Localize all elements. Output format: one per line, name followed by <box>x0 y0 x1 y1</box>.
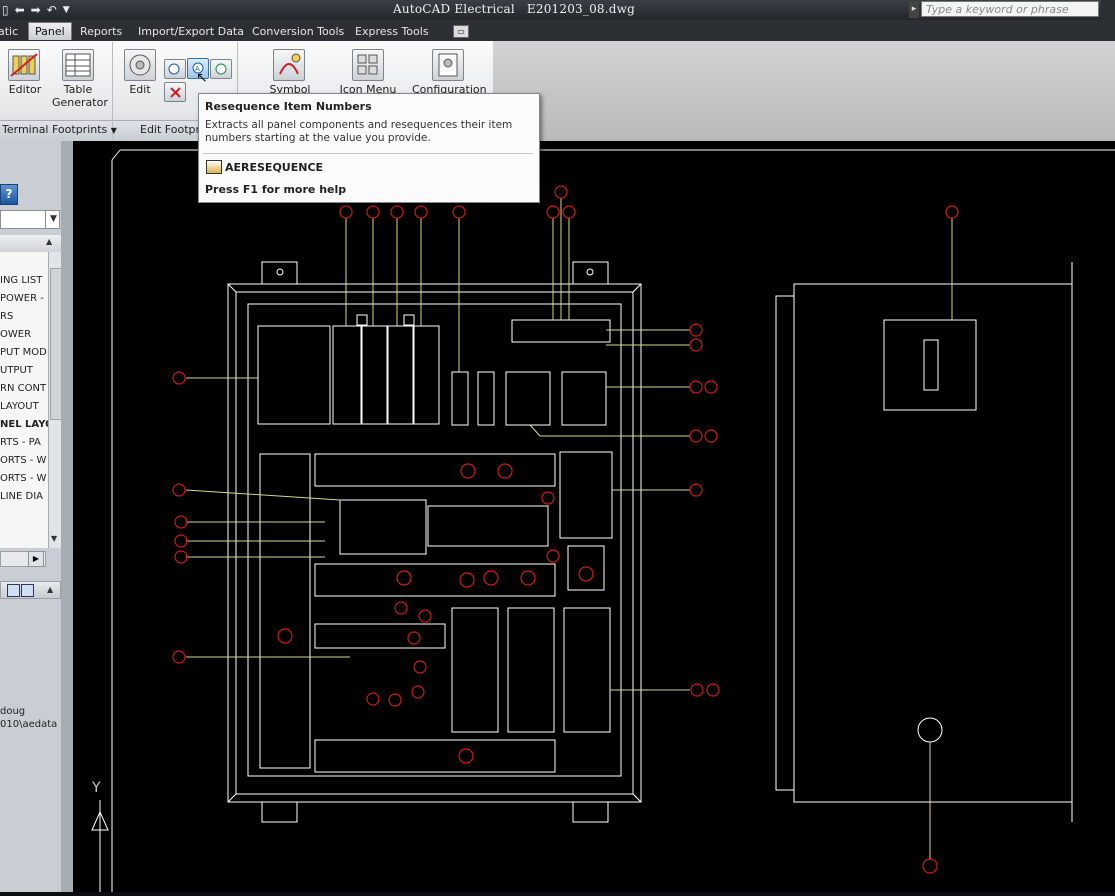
tooltip-description: Extracts all panel components and resequ… <box>205 119 513 144</box>
configuration-icon[interactable] <box>432 49 464 81</box>
table-generator-button[interactable]: Table Generator <box>52 83 108 109</box>
open-icon[interactable]: ▯ <box>2 3 9 17</box>
list-header: ▲ <box>0 235 61 253</box>
title-bar: ▯ ⬅ ➡ ↶ ▼ AutoCAD Electrical E201203_08.… <box>0 0 1115 20</box>
balloon-leaders <box>185 198 953 860</box>
tooltip-help: Press F1 for more help <box>205 183 347 196</box>
collapse-up-icon[interactable]: ▲ <box>46 237 52 246</box>
tab-express-tools[interactable]: Express Tools <box>349 23 435 40</box>
qat-dropdown-icon[interactable]: ▼ <box>63 5 70 15</box>
tab-panel[interactable]: Panel <box>28 22 72 40</box>
backplate <box>247 303 622 777</box>
terminal-footprints-panel-label[interactable]: Terminal Footprints ▼ <box>2 123 117 136</box>
transformer <box>883 319 977 411</box>
undo-icon[interactable]: ↶ <box>47 3 57 17</box>
file-name: E201203_08.dwg <box>526 2 635 16</box>
list-item[interactable]: LAYOUT <box>0 401 39 412</box>
table-generator-icon[interactable] <box>62 49 94 81</box>
list-item[interactable]: UTPUT <box>0 365 33 376</box>
drawing-canvas[interactable] <box>73 141 1115 892</box>
generator-label: Generator <box>52 96 108 109</box>
list-item[interactable]: POWER - <box>0 293 44 304</box>
list-item[interactable]: RS <box>0 311 13 322</box>
edit-footprint-icon[interactable] <box>124 49 156 81</box>
panel-dropdown-icon[interactable]: ▼ <box>111 126 117 135</box>
user-info: doug <box>0 706 26 717</box>
editor-button[interactable]: Editor <box>0 83 50 96</box>
list-item-active[interactable]: NEL LAYO <box>0 419 48 430</box>
tooltip-title: Resequence Item Numbers <box>205 100 372 113</box>
list-item[interactable]: LINE DIA <box>0 491 43 502</box>
app-title: AutoCAD Electrical <box>393 2 515 16</box>
list-scrollbar[interactable]: ▼ <box>48 252 62 548</box>
tooltip-command: AERESEQUENCE <box>225 161 324 174</box>
ucs-y-label: Y <box>92 780 101 796</box>
sheet-border <box>111 149 1115 892</box>
panel-layout-drawing <box>91 149 1115 892</box>
back-arrow-icon[interactable]: ⬅ <box>15 3 25 17</box>
tooltip-divider <box>203 153 533 154</box>
enclosure-door <box>793 283 1073 803</box>
thumbnail-view-icon[interactable] <box>21 584 34 597</box>
resequence-tooltip: Resequence Item Numbers Extracts all pan… <box>198 93 540 203</box>
panel-splitter[interactable] <box>61 141 73 892</box>
details-toolbar: ▲ <box>0 581 61 599</box>
symbol-builder-icon[interactable] <box>273 49 305 81</box>
scroll-down-icon[interactable]: ▼ <box>51 534 57 543</box>
scroll-right-icon[interactable]: ▶ <box>28 551 44 567</box>
terminal-footprints-label: Terminal Footprints <box>2 123 108 136</box>
command-icon <box>206 160 222 174</box>
search-input[interactable]: Type a keyword or phrase <box>921 1 1099 17</box>
mouse-cursor-icon: ↖ <box>196 70 208 86</box>
drawing-list: ING LIST POWER - RS OWER PUT MOD UTPUT R… <box>0 252 48 548</box>
forward-arrow-icon[interactable]: ➡ <box>31 3 41 17</box>
window-title: AutoCAD Electrical E201203_08.dwg <box>393 2 635 16</box>
help-icon[interactable]: ? <box>0 184 18 205</box>
edit-button[interactable]: Edit <box>122 83 158 96</box>
tab-reports[interactable]: Reports <box>74 23 128 40</box>
details-view-icon[interactable] <box>7 584 20 597</box>
sync-icon[interactable] <box>210 59 232 79</box>
list-item[interactable]: ORTS - W <box>0 455 46 466</box>
chevron-down-icon[interactable]: ▼ <box>45 210 61 229</box>
ribbon-tab-bar: atic Panel Reports Import/Export Data Co… <box>0 20 1115 41</box>
path-info: 010\aedata <box>0 719 58 730</box>
list-item[interactable]: ORTS - W <box>0 473 46 484</box>
tab-conversion-tools[interactable]: Conversion Tools <box>246 23 350 40</box>
search-right-cap <box>1101 0 1115 20</box>
item-balloons <box>172 185 959 874</box>
icon-menu-icon[interactable] <box>352 49 384 81</box>
ribbon-empty-area <box>493 41 1115 141</box>
ribbon-minimize-icon[interactable]: ▭ <box>453 25 469 38</box>
search-expand-icon[interactable]: ▸ <box>909 1 919 18</box>
table-label: Table <box>63 83 93 96</box>
tab-import-export[interactable]: Import/Export Data <box>132 23 250 40</box>
list-item[interactable]: PUT MOD <box>0 347 47 358</box>
copy-footprint-icon[interactable] <box>164 59 186 79</box>
tab-schematic[interactable]: atic <box>0 23 24 40</box>
list-item[interactable]: ING LIST <box>0 275 42 286</box>
plc-power-supply <box>257 325 331 425</box>
list-item[interactable]: RTS - PA <box>0 437 41 448</box>
delete-footprint-icon[interactable] <box>164 82 186 102</box>
collapse-up-icon[interactable]: ▲ <box>47 585 53 594</box>
quick-access-toolbar: ▯ ⬅ ➡ ↶ ▼ <box>0 0 70 20</box>
footprint-editor-icon[interactable] <box>8 49 40 81</box>
enclosure-outline <box>227 283 642 803</box>
list-item[interactable]: OWER <box>0 329 31 340</box>
list-item[interactable]: RN CONT <box>0 383 46 394</box>
